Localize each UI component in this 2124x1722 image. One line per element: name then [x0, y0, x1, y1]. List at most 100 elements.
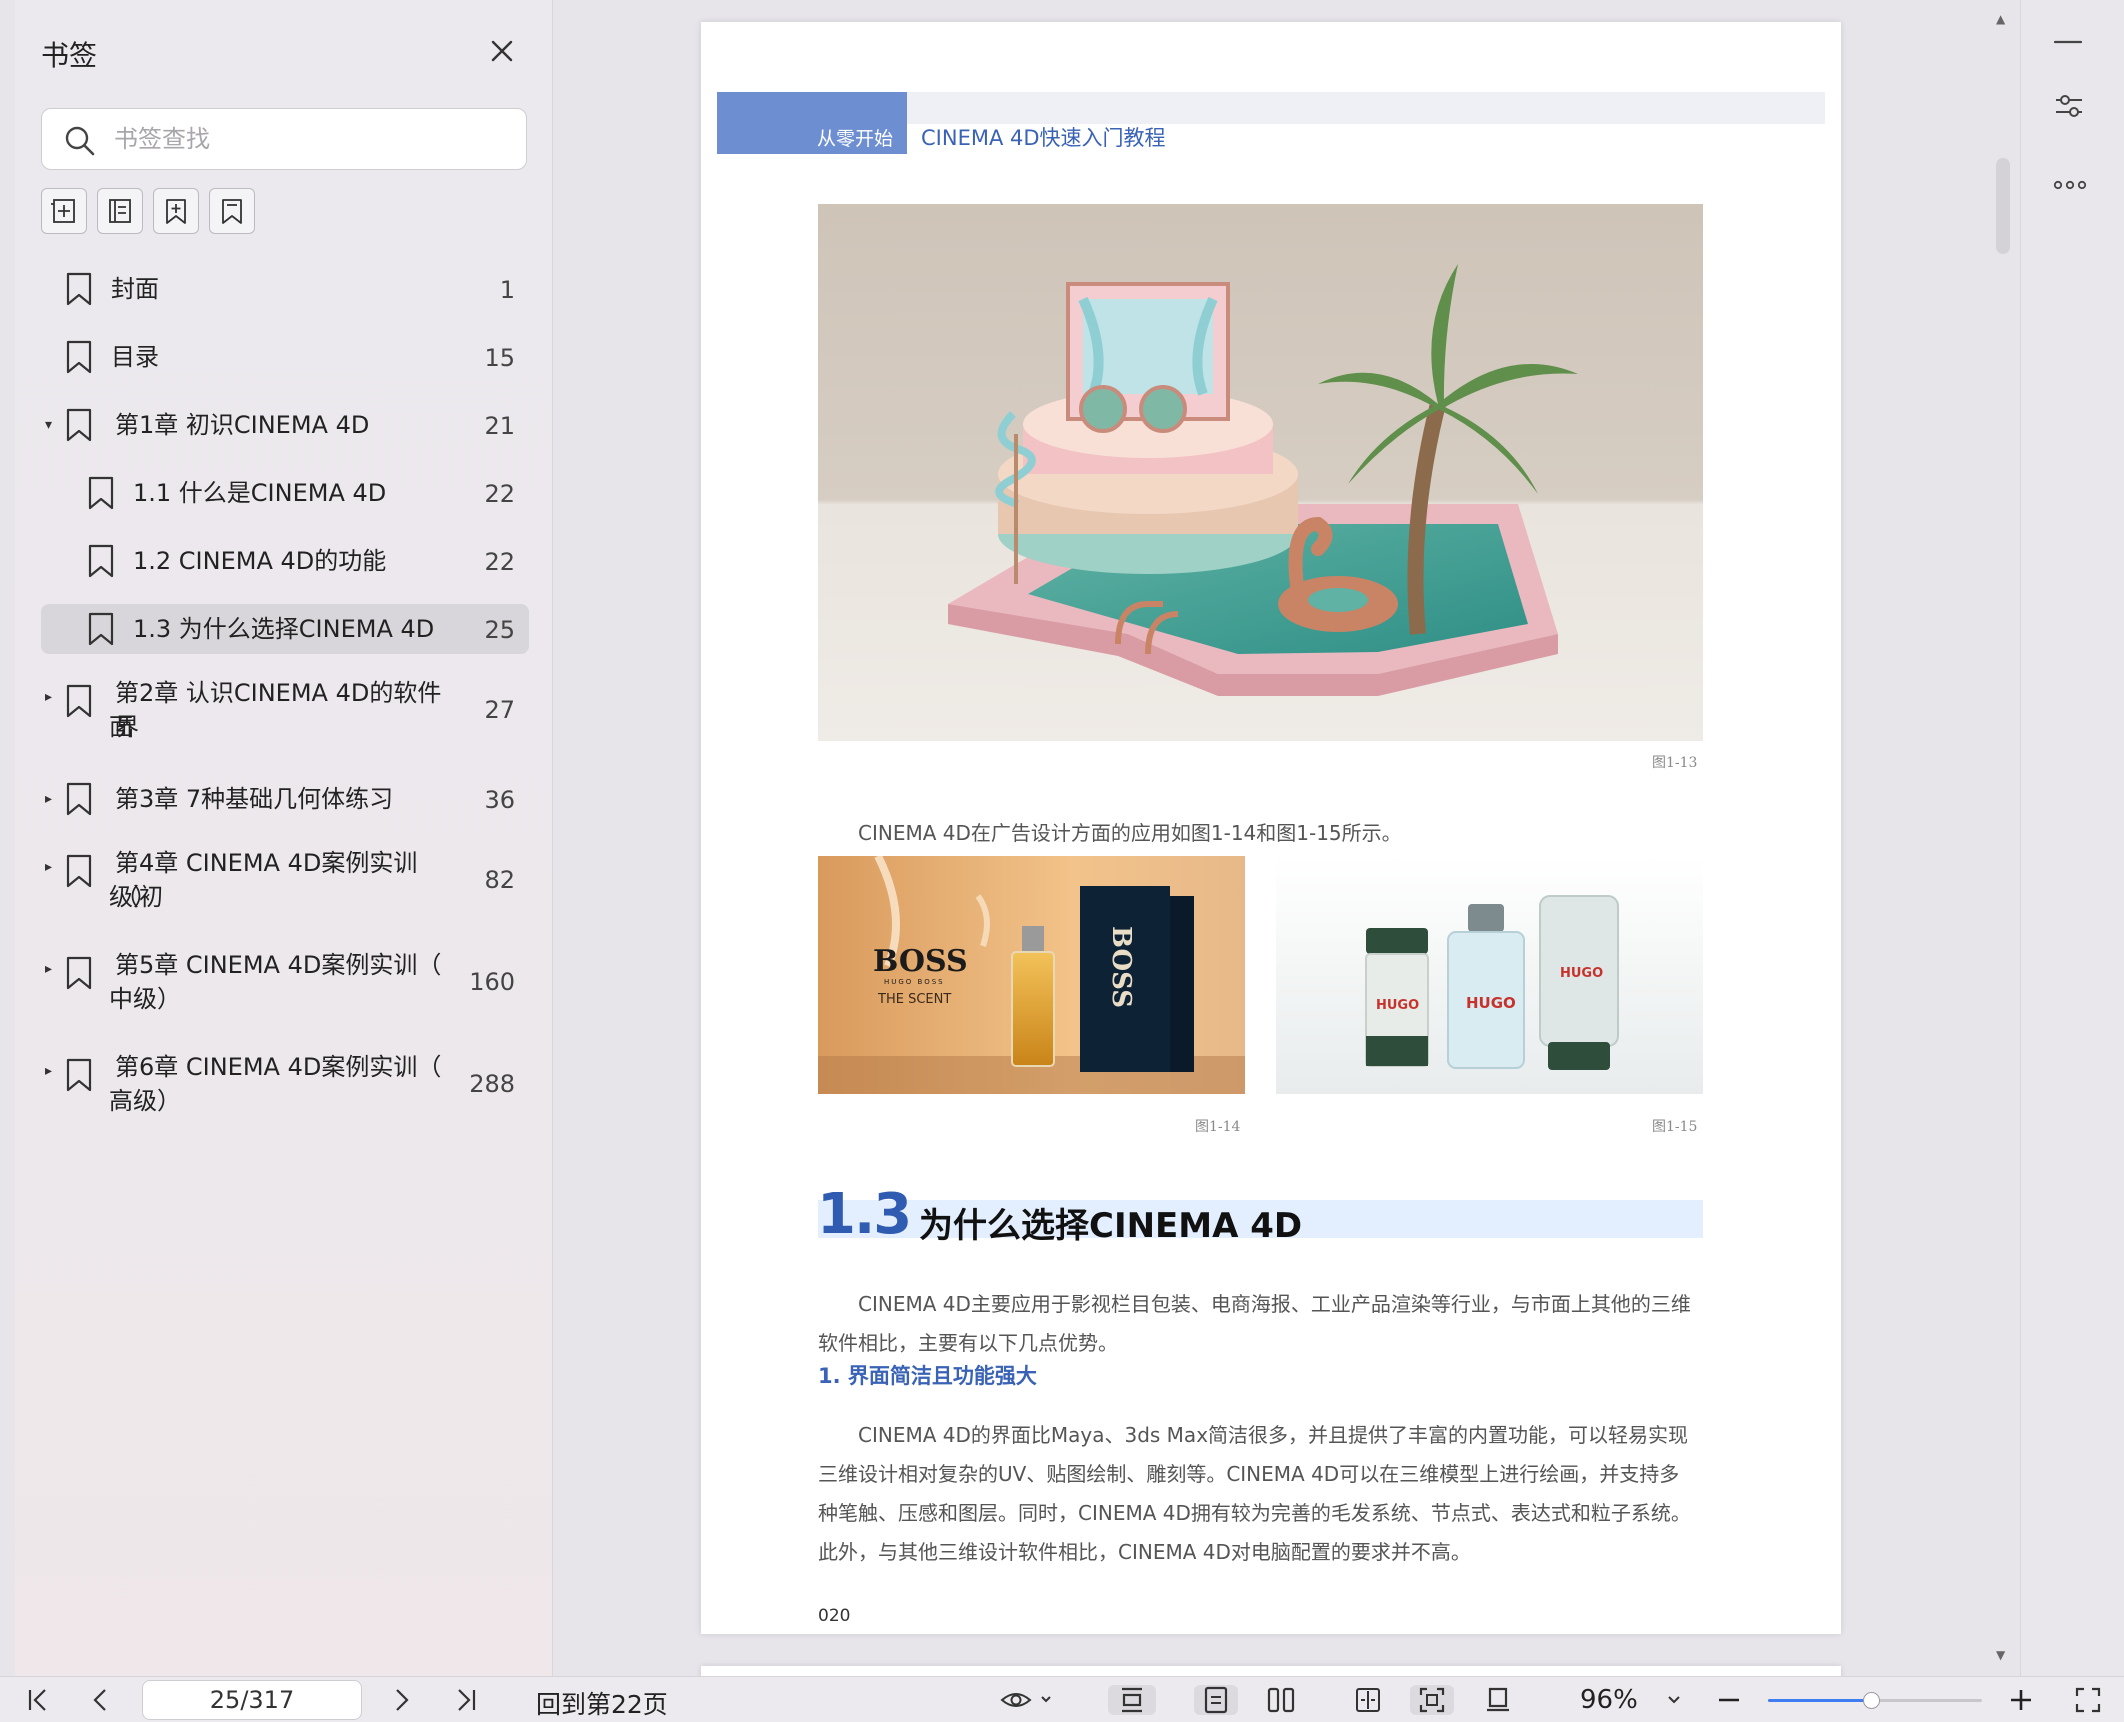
- fig14-product-text: THE SCENT: [878, 992, 952, 1007]
- last-page-icon[interactable]: [454, 1685, 478, 1715]
- add-bookmark-page-button[interactable]: [153, 188, 199, 234]
- sidebar-title: 书签: [41, 39, 98, 72]
- bookmark-item[interactable]: ▸ 第3章 7种基础几何体练习 36: [41, 774, 529, 824]
- fit-width-icon[interactable]: [1354, 1685, 1382, 1715]
- paragraph-2-line-2: 三维设计相对复杂的UV、贴图绘制、雕刻等。CINEMA 4D可以在三维模型上进行…: [818, 1462, 1680, 1486]
- bookmark-flag-icon: [66, 340, 92, 374]
- next-page-icon[interactable]: [392, 1685, 412, 1715]
- scroll-down-arrow-icon[interactable]: ▼: [1996, 1648, 2005, 1662]
- bookmark-item[interactable]: ▸ 第2章 认识CINEMA 4D的软件界面 27: [41, 672, 529, 748]
- bookmark-item[interactable]: ▸ 第4章 CINEMA 4D案例实训（初 级） 82: [41, 842, 529, 918]
- bookmark-page-number: 27: [484, 696, 515, 724]
- bookmark-flag-icon: [66, 956, 92, 990]
- figure-1-13-caption: 图1-13: [1652, 755, 1698, 771]
- expand-arrow-icon[interactable]: ▸: [45, 860, 59, 874]
- collapse-arrow-icon[interactable]: ▾: [45, 418, 59, 432]
- bookmark-label: 目录: [111, 343, 159, 371]
- figure-1-15-caption: 图1-15: [1652, 1119, 1698, 1135]
- add-bookmark-page-icon: [166, 199, 186, 224]
- expand-arrow-icon[interactable]: ▸: [45, 1064, 59, 1078]
- bookmark-page-number: 25: [484, 616, 515, 644]
- page-header-tab-text: 从零开始: [817, 128, 894, 150]
- bookmark-label: 1.2 CINEMA 4D的功能: [133, 547, 387, 575]
- eye-icon: [1000, 1693, 1051, 1707]
- minimize-icon[interactable]: [2053, 38, 2083, 46]
- zoom-in-icon[interactable]: [2008, 1685, 2034, 1715]
- page-edge-icon[interactable]: [1484, 1685, 1512, 1715]
- figure-1-13-image: [818, 204, 1703, 741]
- paragraph-1-line-1: CINEMA 4D主要应用于影视栏目包装、电商海报、工业产品渲染等行业，与市面上…: [858, 1292, 1691, 1316]
- bookmark-label: 1.3 为什么选择CINEMA 4D: [133, 615, 435, 643]
- bookmark-flag-icon: [66, 684, 92, 718]
- search-icon: [64, 125, 96, 157]
- bookmark-label: 第3章 7种基础几何体练习: [115, 785, 394, 813]
- bookmark-item[interactable]: 1.1 什么是CINEMA 4D 22: [41, 468, 529, 518]
- bookmark-label: 第6章 CINEMA 4D案例实训（: [115, 1053, 442, 1081]
- zoom-slider[interactable]: [1768, 1692, 1982, 1709]
- more-icon[interactable]: [2053, 180, 2087, 190]
- double-page-icon[interactable]: [1266, 1685, 1296, 1715]
- bookmark-page-number: 21: [484, 412, 515, 440]
- add-sub-bookmark-icon: [109, 199, 131, 223]
- bookmark-item[interactable]: ▸ 第5章 CINEMA 4D案例实训（ 中级） 160: [41, 944, 529, 1020]
- paragraph-1-line-2: 软件相比，主要有以下几点优势。: [818, 1331, 1118, 1355]
- scroll-up-arrow-icon[interactable]: ▲: [1996, 12, 2005, 26]
- continuous-scroll-icon[interactable]: [1108, 1685, 1156, 1715]
- bookmark-page-number: 288: [469, 1070, 515, 1098]
- zoom-slider-fill: [1768, 1699, 1871, 1702]
- bookmark-page-number: 1: [499, 276, 515, 304]
- bookmark-search-input[interactable]: [114, 119, 514, 159]
- page-number: 020: [818, 1606, 851, 1626]
- add-bookmark-button[interactable]: [41, 188, 87, 234]
- bookmark-search[interactable]: [41, 108, 527, 170]
- close-icon[interactable]: [487, 36, 517, 66]
- zoom-out-icon[interactable]: [1716, 1685, 1742, 1715]
- section-title: 为什么选择CINEMA 4D: [919, 1206, 1303, 1246]
- fig14-brand-subtext: HUGO BOSS: [884, 978, 945, 986]
- previous-page-icon[interactable]: [90, 1685, 110, 1715]
- bookmark-label-continued: 中级）: [109, 985, 181, 1013]
- filter-settings-icon[interactable]: [2053, 90, 2085, 122]
- fit-page-icon[interactable]: [1410, 1685, 1454, 1715]
- vertical-scrollbar-thumb[interactable]: [1996, 158, 2010, 254]
- bookmark-flag-icon: [66, 1058, 92, 1092]
- fig14-box-brand-text: BOSS: [1106, 926, 1136, 1009]
- zoom-slider-handle[interactable]: [1862, 1692, 1880, 1709]
- right-tool-rail: [2020, 0, 2124, 1676]
- bookmark-label-continued: 级）: [109, 883, 157, 911]
- zoom-dropdown-icon[interactable]: [1666, 1685, 1682, 1715]
- back-to-page-button[interactable]: 回到第22页: [536, 1685, 668, 1721]
- add-sub-bookmark-button[interactable]: [97, 188, 143, 234]
- zoom-level[interactable]: 96%: [1580, 1685, 1638, 1715]
- bookmark-flag-icon: [66, 408, 92, 442]
- bookmark-item[interactable]: 1.3 为什么选择CINEMA 4D 25: [41, 604, 529, 654]
- paragraph-2-line-3: 种笔触、压感和图层。同时，CINEMA 4D拥有较为完善的毛发系统、节点式、表达…: [818, 1501, 1691, 1525]
- first-page-icon[interactable]: [26, 1685, 50, 1715]
- fullscreen-icon[interactable]: [2074, 1685, 2102, 1715]
- subheading: 1. 界面简洁且功能强大: [818, 1364, 1037, 1388]
- bookmark-item[interactable]: ▾ 第1章 初识CINEMA 4D 21: [41, 400, 529, 450]
- expand-arrow-icon[interactable]: ▸: [45, 690, 59, 704]
- bookmark-item[interactable]: 1.2 CINEMA 4D的功能 22: [41, 536, 529, 586]
- bookmark-button[interactable]: [209, 188, 255, 234]
- bookmark-page-number: 22: [484, 480, 515, 508]
- bookmark-label-continued: 高级）: [109, 1087, 181, 1115]
- bookmark-item[interactable]: ▸ 第6章 CINEMA 4D案例实训（ 高级） 288: [41, 1046, 529, 1122]
- bookmark-flag-icon: [88, 544, 114, 578]
- intro-paragraph: CINEMA 4D在广告设计方面的应用如图1-14和图1-15所示。: [858, 821, 1402, 845]
- bookmark-toolbar: [41, 188, 255, 234]
- bookmark-item[interactable]: 封面 1: [41, 264, 529, 314]
- bookmark-page-number: 82: [484, 866, 515, 894]
- page-number-input[interactable]: [142, 1680, 362, 1720]
- bookmark-label-continued: 面: [109, 713, 133, 741]
- section-number: 1.3: [817, 1182, 912, 1247]
- bookmark-flag-icon: [66, 854, 92, 888]
- bookmark-item[interactable]: 目录 15: [41, 332, 529, 382]
- fig15-brand-text-1: HUGO: [1376, 998, 1420, 1013]
- expand-arrow-icon[interactable]: ▸: [45, 792, 59, 806]
- bookmark-icon: [222, 199, 242, 224]
- single-page-icon[interactable]: [1194, 1685, 1238, 1715]
- expand-arrow-icon[interactable]: ▸: [45, 962, 59, 976]
- bookmark-label: 第1章 初识CINEMA 4D: [115, 411, 370, 439]
- view-mode-dropdown[interactable]: [1000, 1685, 1054, 1715]
